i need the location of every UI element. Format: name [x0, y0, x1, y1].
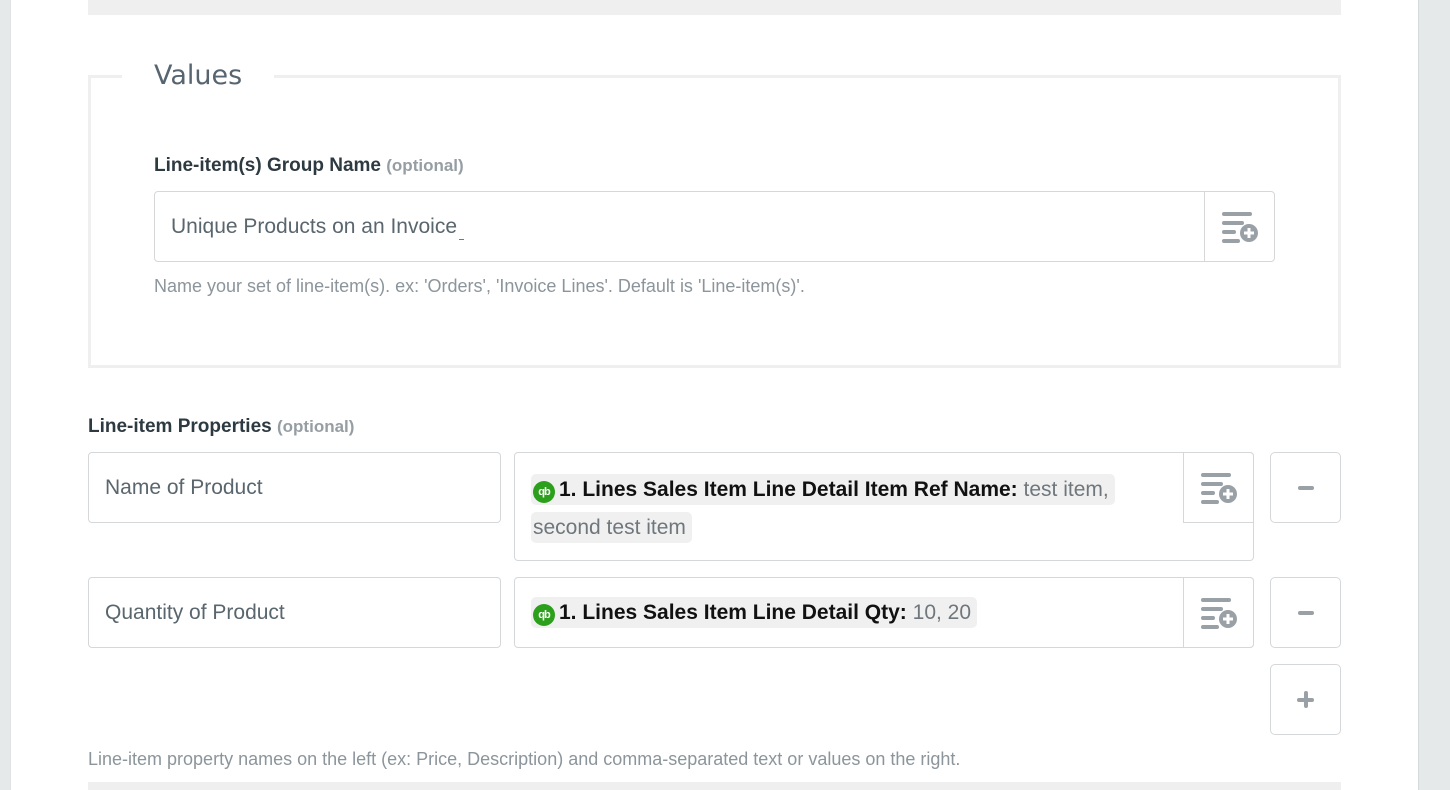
remove-row-button[interactable] — [1270, 577, 1341, 648]
group-name-label: Line-item(s) Group Name (optional) — [154, 155, 464, 177]
minus-icon — [1297, 485, 1314, 490]
next-section-strip — [88, 782, 1341, 790]
optional-tag: (optional) — [386, 156, 464, 175]
property-name-value: Quantity of Product — [105, 600, 285, 624]
line-item-properties-label: Line-item Properties (optional) — [88, 416, 354, 438]
group-name-label-text: Line-item(s) Group Name — [154, 155, 381, 176]
group-name-input[interactable]: Unique Products on an Invoice — [154, 191, 1206, 262]
property-name-value: Name of Product — [105, 475, 263, 499]
mapped-field-pill[interactable]: qb 1. Lines Sales Item Line Detail Qty: 1… — [531, 597, 978, 628]
mapped-field-sample: 10, 20 — [912, 601, 972, 624]
line-item-properties-help-text: Line-item property names on the left (ex… — [88, 749, 961, 769]
mapped-field-name: 1. Lines Sales Item Line Detail Qty: — [559, 601, 907, 624]
minus-icon — [1297, 610, 1314, 615]
property-value-input[interactable]: qb 1. Lines Sales Item Line Detail Qty: 1… — [514, 577, 1254, 648]
values-legend: Values — [122, 58, 275, 94]
property-value-insert-data-button[interactable] — [1183, 452, 1254, 523]
insert-data-icon — [1200, 472, 1237, 504]
property-value-insert-data-button[interactable] — [1183, 577, 1254, 648]
optional-tag: (optional) — [277, 417, 355, 436]
line-item-properties-label-text: Line-item Properties — [88, 416, 272, 437]
insert-data-icon — [1200, 597, 1237, 629]
add-row-button[interactable] — [1270, 664, 1341, 735]
group-name-value: Unique Products on an Invoice — [171, 214, 458, 238]
group-name-insert-data-button[interactable] — [1204, 191, 1275, 262]
group-name-help-text: Name your set of line-item(s). ex: 'Orde… — [154, 276, 805, 296]
property-name-input[interactable]: Quantity of Product — [88, 577, 501, 648]
insert-data-icon — [1221, 211, 1258, 243]
property-name-input[interactable]: Name of Product — [88, 452, 501, 523]
mapped-field-name: 1. Lines Sales Item Line Detail Item Ref… — [559, 478, 1018, 501]
mapped-field-pill[interactable]: qb 1. Lines Sales Item Line Detail Item R… — [531, 474, 1115, 543]
previous-section-strip — [88, 0, 1341, 15]
quickbooks-icon: qb — [533, 481, 555, 503]
text-cursor — [459, 239, 465, 240]
quickbooks-icon: qb — [533, 604, 555, 626]
remove-row-button[interactable] — [1270, 452, 1341, 523]
plus-icon — [1297, 691, 1314, 708]
property-value-input[interactable]: qb 1. Lines Sales Item Line Detail Item R… — [514, 452, 1254, 561]
